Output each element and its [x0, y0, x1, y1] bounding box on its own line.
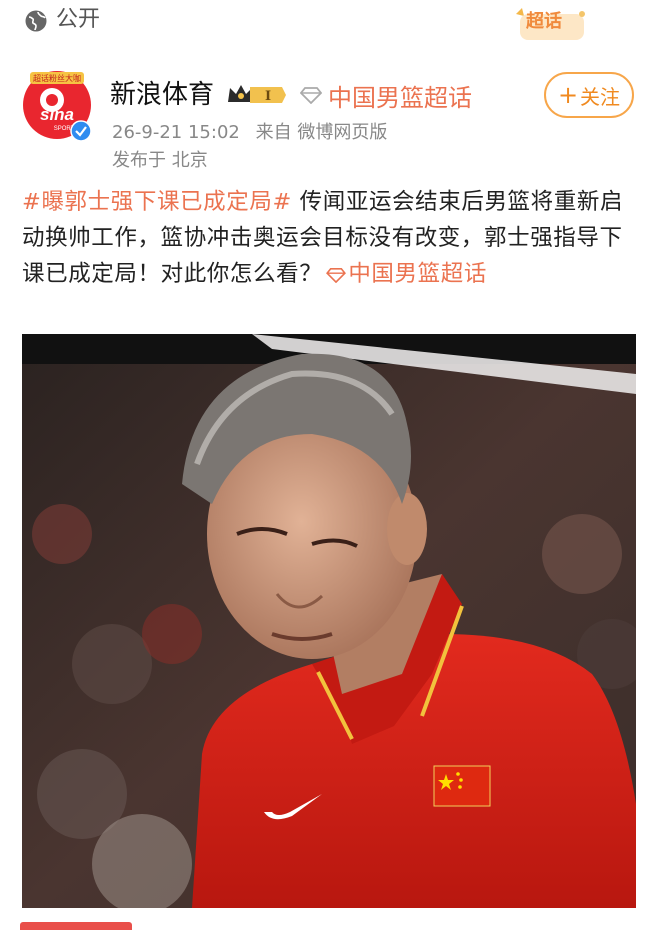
globe-icon: [25, 10, 47, 32]
diamond-topic-icon-inline: [326, 267, 347, 284]
post-timestamp: 26-9-21 15:02: [112, 122, 240, 143]
topic-link[interactable]: 中国男篮超话: [300, 78, 472, 112]
avatar-banner-text: 超话粉丝大咖: [33, 73, 81, 83]
post-topic-link[interactable]: 中国男篮超话: [348, 261, 487, 287]
post-hashtag[interactable]: #曝郭士强下课已成定局#: [22, 189, 292, 215]
follow-plus-icon: +: [557, 81, 579, 109]
chaohua-badge-label[interactable]: 超话: [526, 10, 562, 34]
post-photo[interactable]: [22, 334, 636, 908]
post-meta: 26-9-21 15:02 来自 微博网页版: [112, 120, 387, 146]
vip-level-text: I: [265, 89, 271, 104]
verified-check-icon: [70, 120, 92, 142]
chinese-flag-icon: [433, 765, 491, 807]
follow-button[interactable]: + 关注: [544, 72, 634, 118]
bottom-action-strip: [20, 922, 132, 930]
follow-button-label: 关注: [580, 84, 621, 109]
visibility-label: 公开: [56, 7, 101, 32]
topic-link-label[interactable]: 中国男篮超话: [328, 78, 472, 113]
post-location: 发布于 北京: [112, 150, 208, 171]
vip-level-badge: I: [228, 85, 286, 104]
diamond-topic-icon: [300, 87, 322, 104]
post-body: #曝郭士强下课已成定局# 传闻亚运会结束后男篮将重新启动换帅工作，篮协冲击奥运会…: [22, 184, 638, 292]
post-source[interactable]: 来自 微博网页版: [256, 122, 388, 143]
avatar-brand-text: sina: [40, 105, 74, 124]
top-bar: 公开 超话: [0, 0, 658, 48]
author-name[interactable]: 新浪体育: [110, 78, 214, 112]
